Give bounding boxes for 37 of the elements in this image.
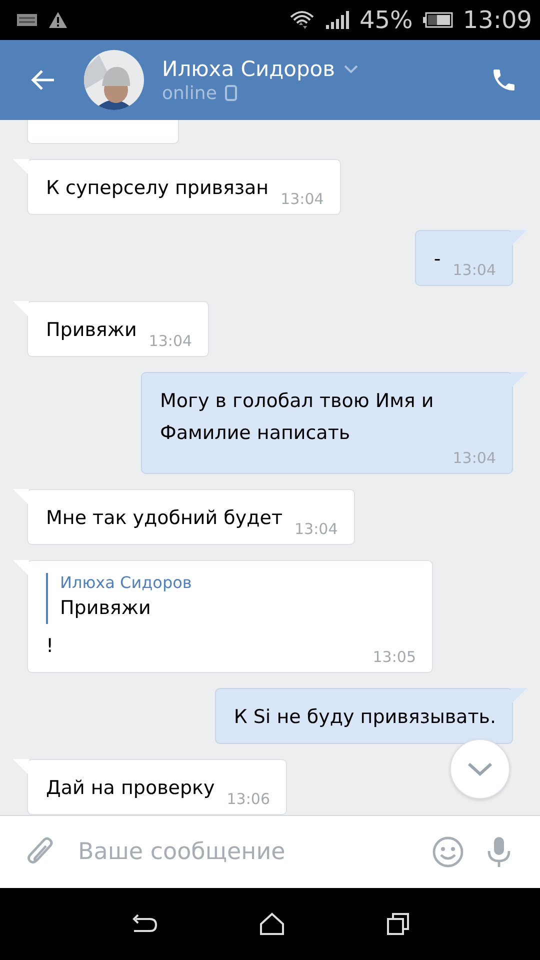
- message-text: К Si не буду привязывать.: [234, 705, 496, 730]
- message-time: 13:05: [372, 648, 416, 666]
- message-time: 13:04: [294, 520, 338, 538]
- microphone-icon[interactable]: [486, 835, 512, 869]
- clock: 13:09: [462, 6, 532, 34]
- scroll-down-button[interactable]: [450, 739, 510, 799]
- battery-percent: 45%: [359, 6, 413, 34]
- online-status: online: [162, 82, 217, 104]
- warning-icon: [48, 11, 68, 29]
- back-arrow-icon[interactable]: [30, 69, 56, 91]
- message-text: К суперселу привязан: [46, 176, 269, 201]
- message-text: Мне так удобний будет: [46, 506, 283, 531]
- message-text: -: [434, 247, 441, 272]
- message-text: Дай на проверку: [46, 776, 215, 801]
- quote-author: Илюха Сидоров: [60, 573, 193, 592]
- message-time: 13:04: [280, 190, 324, 208]
- recent-apps-icon[interactable]: [386, 912, 410, 936]
- battery-icon: [422, 12, 453, 28]
- phone-device-icon: [224, 85, 237, 101]
- chevron-down-icon: [466, 761, 494, 777]
- contact-name[interactable]: Илюха Сидоров: [162, 56, 336, 80]
- back-icon[interactable]: [130, 913, 158, 935]
- quote-text: Привяжи: [60, 596, 152, 621]
- message-time: 13:04: [148, 332, 192, 350]
- message-text: Могу в голобал твою Имя и Фамилие написать: [160, 389, 435, 446]
- message-text: !: [46, 634, 54, 659]
- message-input-field[interactable]: Ваше сообщение: [78, 839, 410, 865]
- image-icon: [16, 12, 38, 28]
- emoji-icon[interactable]: [432, 836, 464, 868]
- message-time: 13:06: [226, 790, 270, 808]
- dropdown-caret-icon[interactable]: [343, 64, 360, 74]
- message-time: 13:04: [452, 261, 496, 279]
- home-icon[interactable]: [258, 912, 285, 936]
- wifi-icon: [289, 9, 316, 31]
- message-text: Привяжи: [46, 318, 137, 343]
- signal-icon: [325, 11, 350, 29]
- message-time: 13:04: [452, 449, 496, 467]
